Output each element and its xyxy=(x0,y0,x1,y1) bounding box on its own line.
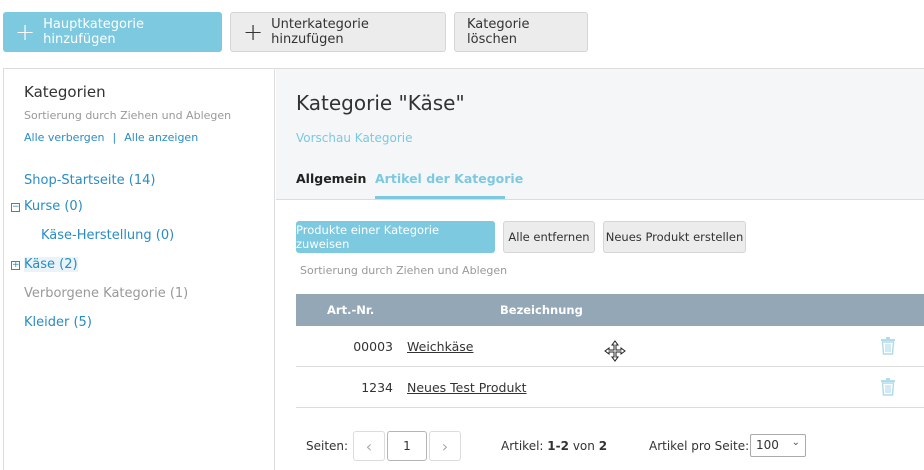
tree-item-label: Shop-Startseite (14) xyxy=(24,173,156,188)
article-number: 1234 xyxy=(361,380,393,395)
category-detail: Kategorie "Käse" Vorschau Kategorie Allg… xyxy=(276,69,924,470)
tree-item-shop-start[interactable]: Shop-Startseite (14) xyxy=(24,173,155,188)
tree-item-label: Verborgene Kategorie (1) xyxy=(24,286,189,301)
tab-general[interactable]: Allgemein xyxy=(296,171,366,186)
show-all-link[interactable]: Alle anzeigen xyxy=(124,131,198,144)
chevron-right-icon: › xyxy=(441,436,449,456)
next-page-button[interactable]: › xyxy=(429,431,461,461)
column-header-name: Bezeichnung xyxy=(500,303,583,317)
article-total: 2 xyxy=(598,439,608,453)
tree-item-label: Käse (2) xyxy=(24,257,78,272)
table-row[interactable]: 00003 Weichkäse xyxy=(296,326,924,367)
per-page-label: Artikel pro Seite: xyxy=(649,439,750,453)
article-range: 1-2 xyxy=(547,439,569,453)
plus-icon: + xyxy=(15,18,36,46)
tree-item-kleider[interactable]: Kleider (5) xyxy=(24,315,92,330)
tree-item-label: Kleider (5) xyxy=(24,315,92,330)
move-cursor-icon xyxy=(604,340,626,362)
chevron-left-icon: ‹ xyxy=(365,436,373,456)
article-count-label: Artikel: xyxy=(501,439,544,453)
delete-category-label: Kategorie löschen xyxy=(467,17,530,47)
content-frame: Kategorien Sortierung durch Ziehen und A… xyxy=(3,68,924,470)
add-subcategory-label: Unterkategorie hinzufügen xyxy=(271,17,369,47)
remove-all-button[interactable]: Alle entfernen xyxy=(503,221,595,253)
tree-item-label: Käse-Herstellung (0) xyxy=(41,228,175,243)
current-page-input[interactable]: 1 xyxy=(387,431,427,461)
category-sidebar: Kategorien Sortierung durch Ziehen und A… xyxy=(4,69,275,470)
sidebar-sort-hint: Sortierung durch Ziehen und Ablegen xyxy=(24,109,232,122)
tree-item-kaese[interactable]: + Käse (2) xyxy=(11,257,78,272)
trash-icon[interactable] xyxy=(880,377,896,396)
product-link[interactable]: Weichkäse xyxy=(407,339,473,354)
prev-page-button[interactable]: ‹ xyxy=(353,431,385,461)
tab-category-articles[interactable]: Artikel der Kategorie xyxy=(375,171,523,186)
article-number: 00003 xyxy=(353,339,393,354)
per-page-value: 100 xyxy=(756,438,779,452)
tree-item-label: Kurse (0) xyxy=(24,199,83,214)
per-page-select[interactable]: 100 ⌄ xyxy=(750,434,806,457)
link-separator: | xyxy=(112,131,117,144)
product-link[interactable]: Neues Test Produkt xyxy=(407,380,527,395)
hide-all-link[interactable]: Alle verbergen xyxy=(24,131,105,144)
table-header: Art.-Nr. Bezeichnung xyxy=(296,294,924,326)
preview-category-link[interactable]: Vorschau Kategorie xyxy=(296,131,413,145)
expand-icon[interactable]: + xyxy=(11,261,20,270)
table-row[interactable]: 1234 Neues Test Produkt xyxy=(296,367,924,408)
add-main-category-label: Hauptkategorie hinzufügen xyxy=(43,17,144,47)
table-sort-hint: Sortierung durch Ziehen und Ablegen xyxy=(300,264,508,277)
tree-item-kaese-herstellung[interactable]: Käse-Herstellung (0) xyxy=(41,228,174,243)
chevron-down-icon: ⌄ xyxy=(791,437,800,448)
article-count: Artikel: 1-2 von 2 xyxy=(501,439,607,453)
toolbar: + Hauptkategorie hinzufügen + Unterkateg… xyxy=(0,0,924,68)
new-product-button[interactable]: Neues Produkt erstellen xyxy=(603,221,746,253)
category-header: Kategorie "Käse" Vorschau Kategorie Allg… xyxy=(276,69,924,200)
tree-item-hidden-category[interactable]: Verborgene Kategorie (1) xyxy=(24,286,188,301)
trash-icon[interactable] xyxy=(880,336,896,355)
sidebar-visibility-links: Alle verbergen | Alle anzeigen xyxy=(24,131,198,144)
column-header-art-nr: Art.-Nr. xyxy=(327,303,375,317)
delete-category-button[interactable]: Kategorie löschen xyxy=(454,12,588,52)
collapse-icon[interactable]: − xyxy=(11,203,20,212)
tree-item-kurse[interactable]: − Kurse (0) xyxy=(11,199,83,214)
add-subcategory-button[interactable]: + Unterkategorie hinzufügen xyxy=(230,12,446,52)
active-tab-indicator xyxy=(375,196,505,199)
assign-products-button[interactable]: Produkte einer Kategorie zuweisen xyxy=(296,221,495,253)
pages-label: Seiten: xyxy=(306,439,349,453)
sidebar-title: Kategorien xyxy=(24,83,106,101)
article-of: von xyxy=(572,439,595,453)
plus-icon: + xyxy=(243,18,264,46)
add-main-category-button[interactable]: + Hauptkategorie hinzufügen xyxy=(3,12,222,52)
page-title: Kategorie "Käse" xyxy=(296,91,465,115)
